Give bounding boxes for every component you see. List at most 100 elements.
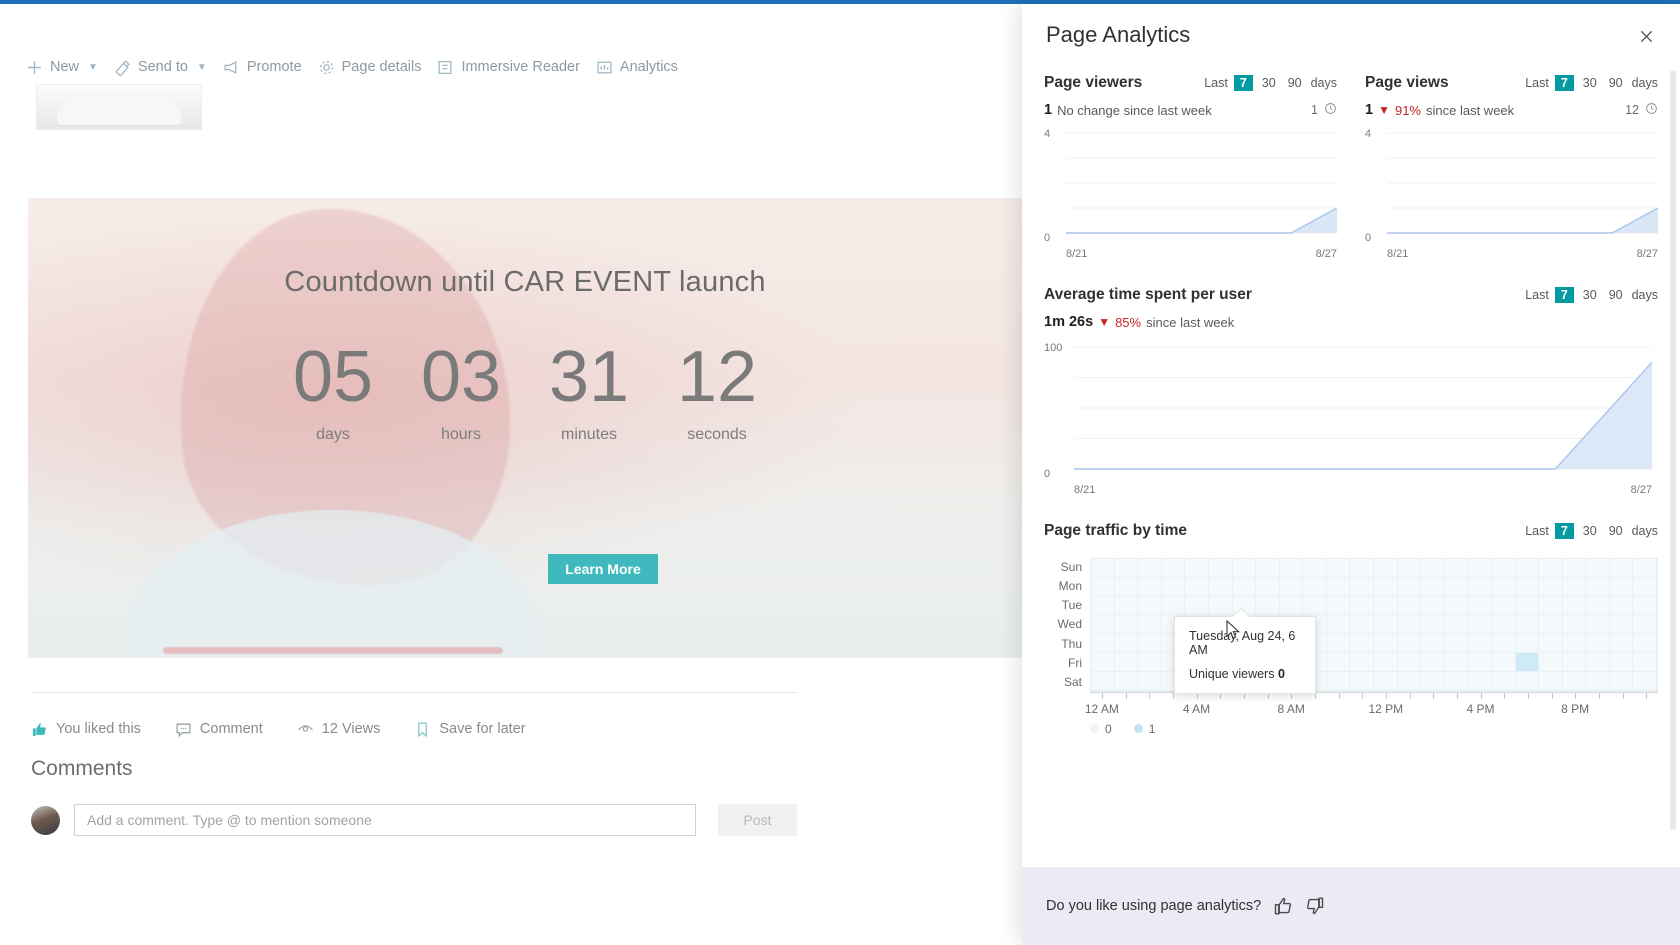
heatmap-cell[interactable] xyxy=(1114,596,1139,616)
heatmap-cell[interactable] xyxy=(1114,671,1139,691)
heatmap-cell[interactable] xyxy=(1586,559,1610,578)
heatmap-cell[interactable] xyxy=(1539,671,1563,691)
heatmap-cell[interactable] xyxy=(1444,671,1469,691)
heatmap-cell[interactable] xyxy=(1515,652,1540,672)
heatmap-cell[interactable] xyxy=(1491,671,1516,691)
heatmap-cell[interactable] xyxy=(1091,671,1115,691)
heatmap-cell[interactable] xyxy=(1609,559,1634,578)
heatmap-cell[interactable] xyxy=(1586,671,1610,691)
heatmap-cell[interactable] xyxy=(1515,615,1540,635)
heatmap-cell[interactable] xyxy=(1468,634,1492,653)
range-option-7[interactable]: 7 xyxy=(1554,523,1574,539)
heatmap-cell[interactable] xyxy=(1326,596,1351,616)
heatmap-cell[interactable] xyxy=(1539,559,1563,578)
heatmap-cell[interactable] xyxy=(1091,634,1115,653)
comment-button[interactable]: Comment xyxy=(175,721,263,738)
heatmap-cell[interactable] xyxy=(1350,559,1374,578)
heatmap-cell[interactable] xyxy=(1586,634,1610,653)
heatmap-cell[interactable] xyxy=(1491,652,1516,672)
heatmap-cell[interactable] xyxy=(1326,652,1351,672)
heatmap-cell[interactable] xyxy=(1515,577,1540,597)
heatmap-cell[interactable] xyxy=(1539,615,1563,635)
heatmap-cell[interactable] xyxy=(1232,577,1257,597)
range-option-30[interactable]: 30 xyxy=(1580,523,1600,539)
heatmap-cell[interactable] xyxy=(1421,671,1445,691)
heatmap-cell[interactable] xyxy=(1279,577,1304,597)
range-option-7[interactable]: 7 xyxy=(1554,287,1574,303)
heatmap-cell[interactable] xyxy=(1444,596,1469,616)
heatmap-cell[interactable] xyxy=(1138,652,1162,672)
heatmap-cell[interactable] xyxy=(1208,577,1233,597)
heatmap-cell[interactable] xyxy=(1633,615,1657,635)
save-for-later-button[interactable]: Save for later xyxy=(414,721,526,738)
range-option-90[interactable]: 90 xyxy=(1606,287,1626,303)
heatmap-cell[interactable] xyxy=(1256,596,1280,616)
heatmap-cell[interactable] xyxy=(1468,559,1492,578)
command-send-to[interactable]: Send to ▼ xyxy=(110,55,219,80)
heatmap-cell[interactable] xyxy=(1444,634,1469,653)
heatmap-cell[interactable] xyxy=(1562,559,1587,578)
thumbs-down-icon[interactable] xyxy=(1305,896,1325,916)
heatmap-cell[interactable] xyxy=(1397,652,1422,672)
heatmap-cell[interactable] xyxy=(1114,634,1139,653)
heatmap-cell[interactable] xyxy=(1515,671,1540,691)
heatmap-cell[interactable] xyxy=(1161,559,1186,578)
heatmap-cell[interactable] xyxy=(1326,615,1351,635)
heatmap-cell[interactable] xyxy=(1350,671,1374,691)
heatmap-cell[interactable] xyxy=(1515,559,1540,578)
command-new[interactable]: New ▼ xyxy=(22,55,110,80)
heatmap-cell[interactable] xyxy=(1374,596,1398,616)
heatmap-cell[interactable] xyxy=(1185,559,1209,578)
views-indicator[interactable]: 12 Views xyxy=(297,721,380,738)
heatmap-cell[interactable] xyxy=(1397,596,1422,616)
heatmap-cell[interactable] xyxy=(1185,596,1209,616)
learn-more-button[interactable]: Learn More xyxy=(548,554,658,584)
heatmap-cell[interactable] xyxy=(1586,577,1610,597)
heatmap-cell[interactable] xyxy=(1609,671,1634,691)
heatmap-cell[interactable] xyxy=(1444,615,1469,635)
heatmap-cell[interactable] xyxy=(1491,577,1516,597)
heatmap-cell[interactable] xyxy=(1421,652,1445,672)
heatmap-cell[interactable] xyxy=(1609,652,1634,672)
heatmap-cell[interactable] xyxy=(1421,596,1445,616)
heatmap-cell[interactable] xyxy=(1326,577,1351,597)
heatmap-cell[interactable] xyxy=(1633,634,1657,653)
heatmap-cell[interactable] xyxy=(1138,671,1162,691)
heatmap-cell[interactable] xyxy=(1609,615,1634,635)
range-option-90[interactable]: 90 xyxy=(1285,75,1305,91)
range-option-30[interactable]: 30 xyxy=(1580,75,1600,91)
range-option-7[interactable]: 7 xyxy=(1233,75,1253,91)
heatmap-cell[interactable] xyxy=(1091,615,1115,635)
range-option-30[interactable]: 30 xyxy=(1259,75,1279,91)
heatmap-cell[interactable] xyxy=(1421,577,1445,597)
heatmap-cell[interactable] xyxy=(1586,615,1610,635)
heatmap-cell[interactable] xyxy=(1491,634,1516,653)
comment-input[interactable]: Add a comment. Type @ to mention someone xyxy=(74,804,696,836)
heatmap-cell[interactable] xyxy=(1374,634,1398,653)
heatmap-cell[interactable] xyxy=(1468,615,1492,635)
heatmap-cell[interactable] xyxy=(1397,671,1422,691)
heatmap-cell[interactable] xyxy=(1421,615,1445,635)
heatmap-cell[interactable] xyxy=(1468,577,1492,597)
heatmap-cell[interactable] xyxy=(1444,652,1469,672)
heatmap-cell[interactable] xyxy=(1633,652,1657,672)
heatmap-cell[interactable] xyxy=(1279,596,1304,616)
range-option-30[interactable]: 30 xyxy=(1580,287,1600,303)
heatmap-cell[interactable] xyxy=(1468,671,1492,691)
heatmap-cell[interactable] xyxy=(1562,652,1587,672)
heatmap-cell[interactable] xyxy=(1374,652,1398,672)
heatmap-cell[interactable] xyxy=(1633,577,1657,597)
heatmap-cell[interactable] xyxy=(1114,652,1139,672)
heatmap-cell[interactable] xyxy=(1633,596,1657,616)
heatmap-cell[interactable] xyxy=(1397,559,1422,578)
heatmap-cell[interactable] xyxy=(1609,634,1634,653)
heatmap-cell[interactable] xyxy=(1468,596,1492,616)
heatmap-cell[interactable] xyxy=(1586,596,1610,616)
thumbs-up-icon[interactable] xyxy=(1273,896,1293,916)
heatmap-cell[interactable] xyxy=(1114,559,1139,578)
heatmap-cell[interactable] xyxy=(1515,596,1540,616)
heatmap-cell[interactable] xyxy=(1138,634,1162,653)
command-page-details[interactable]: Page details xyxy=(314,55,434,80)
heatmap-cell[interactable] xyxy=(1397,577,1422,597)
heatmap-cell[interactable] xyxy=(1326,634,1351,653)
